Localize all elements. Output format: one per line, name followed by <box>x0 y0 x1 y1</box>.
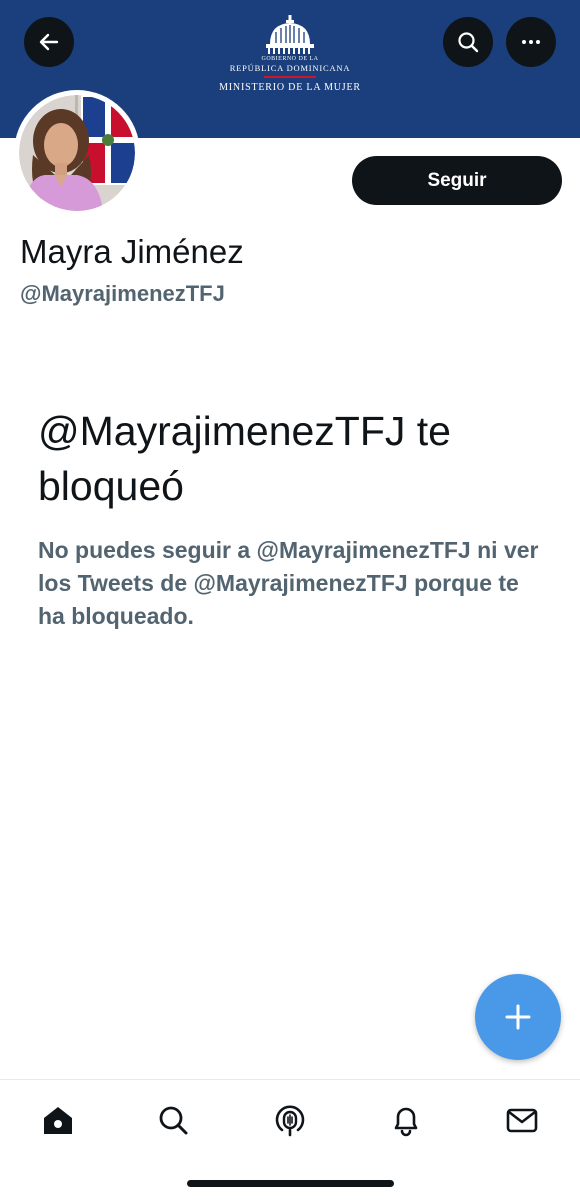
messages-icon <box>506 1108 538 1133</box>
follow-button[interactable]: Seguir <box>352 156 562 205</box>
notifications-icon <box>394 1107 418 1137</box>
search-icon <box>159 1106 188 1135</box>
blocked-message: No puedes seguir a @MayrajimenezTFJ ni v… <box>38 537 539 629</box>
nav-spaces[interactable] <box>270 1100 310 1140</box>
more-options-button[interactable] <box>506 17 556 67</box>
nav-home[interactable] <box>38 1100 78 1140</box>
home-indicator <box>187 1180 394 1187</box>
search-icon <box>458 32 479 53</box>
profile-page: GOBIERNO DE LA REPÚBLICA DOMINICANA MINI… <box>0 0 580 1200</box>
logo-divider <box>264 76 316 78</box>
arrow-left-icon <box>39 33 59 51</box>
logo-ministry-line: MINISTERIO DE LA MUJER <box>219 82 361 93</box>
profile-display-name: Mayra Jiménez <box>20 233 244 270</box>
back-button[interactable] <box>24 17 74 67</box>
avatar[interactable] <box>14 90 140 216</box>
logo-government-line: GOBIERNO DE LA <box>261 56 319 62</box>
nav-messages[interactable] <box>502 1100 542 1140</box>
logo-republic-line: REPÚBLICA DOMINICANA <box>229 63 351 73</box>
compose-button[interactable] <box>475 974 561 1060</box>
dome-emblem-icon <box>266 15 314 54</box>
nav-search[interactable] <box>153 1100 193 1140</box>
spaces-icon <box>275 1105 305 1137</box>
ministerio-logo: GOBIERNO DE LA REPÚBLICA DOMINICANA MINI… <box>190 14 390 114</box>
plus-icon <box>505 1004 531 1030</box>
avatar-photo <box>19 95 135 211</box>
blocked-title: @MayrajimenezTFJ te bloqueó <box>38 408 451 509</box>
profile-handle: @MayrajimenezTFJ <box>20 281 225 306</box>
nav-notifications[interactable] <box>386 1100 426 1140</box>
more-horizontal-icon <box>522 40 540 44</box>
search-button[interactable] <box>443 17 493 67</box>
home-icon <box>44 1107 72 1134</box>
